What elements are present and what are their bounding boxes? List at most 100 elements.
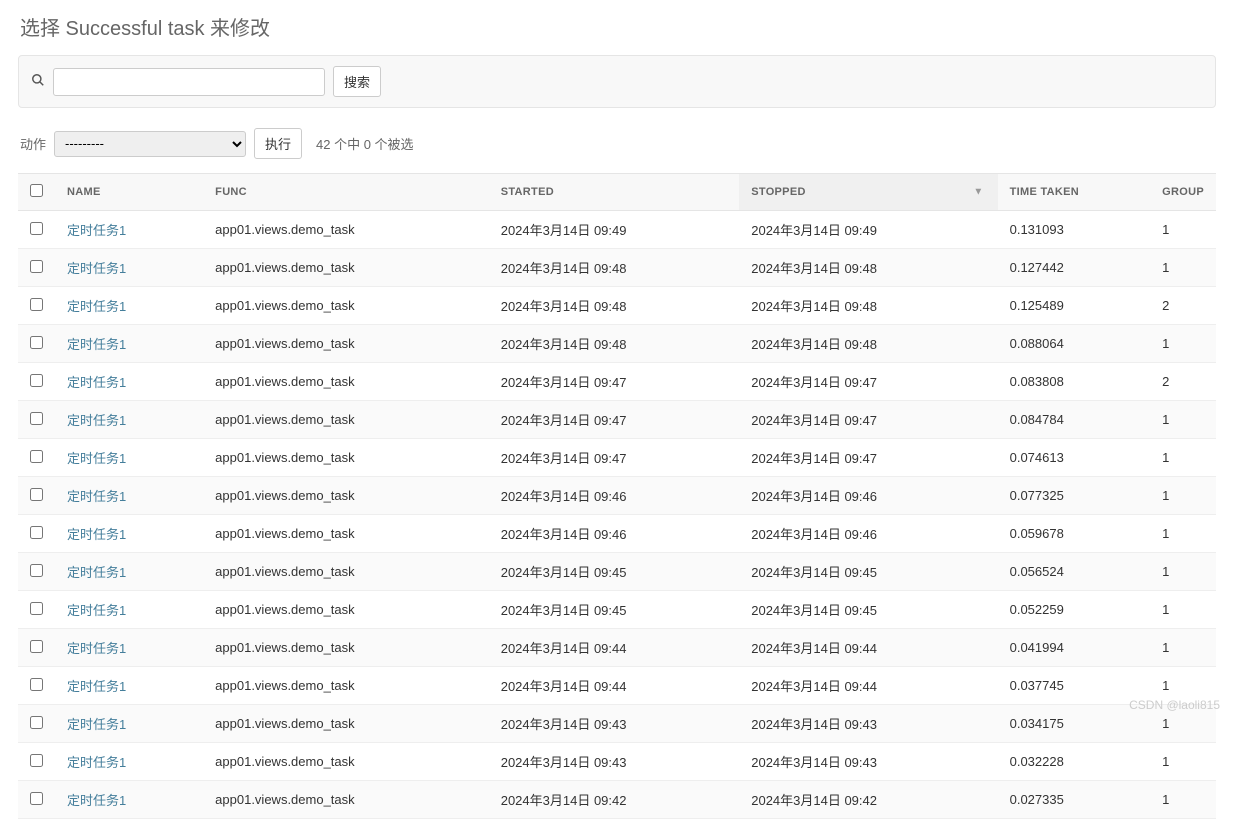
task-name-link[interactable]: 定时任务1 (67, 755, 126, 770)
results-table: NAME FUNC STARTED STOPPED ▼ TIME TAKEN G… (18, 173, 1216, 819)
task-name-link[interactable]: 定时任务1 (67, 489, 126, 504)
cell-started: 2024年3月14日 09:47 (489, 401, 740, 439)
task-name-link[interactable]: 定时任务1 (67, 375, 126, 390)
cell-time-taken: 0.084784 (998, 401, 1151, 439)
go-button[interactable]: 执行 (254, 128, 302, 159)
task-name-link[interactable]: 定时任务1 (67, 679, 126, 694)
cell-group: 1 (1150, 743, 1216, 781)
cell-started: 2024年3月14日 09:45 (489, 553, 740, 591)
cell-func: app01.views.demo_task (203, 249, 489, 287)
task-name-link[interactable]: 定时任务1 (67, 337, 126, 352)
task-name-link[interactable]: 定时任务1 (67, 413, 126, 428)
cell-func: app01.views.demo_task (203, 287, 489, 325)
row-checkbox[interactable] (30, 564, 43, 577)
row-checkbox[interactable] (30, 640, 43, 653)
cell-started: 2024年3月14日 09:45 (489, 591, 740, 629)
task-name-link[interactable]: 定时任务1 (67, 223, 126, 238)
row-checkbox[interactable] (30, 754, 43, 767)
row-checkbox[interactable] (30, 488, 43, 501)
table-row: 定时任务1 app01.views.demo_task 2024年3月14日 0… (18, 211, 1216, 249)
cell-time-taken: 0.034175 (998, 705, 1151, 743)
search-toolbar: 搜索 (18, 55, 1216, 108)
cell-stopped: 2024年3月14日 09:45 (739, 553, 997, 591)
task-name-link[interactable]: 定时任务1 (67, 451, 126, 466)
row-checkbox[interactable] (30, 222, 43, 235)
cell-func: app01.views.demo_task (203, 781, 489, 819)
cell-group: 1 (1150, 705, 1216, 743)
table-row: 定时任务1 app01.views.demo_task 2024年3月14日 0… (18, 591, 1216, 629)
table-row: 定时任务1 app01.views.demo_task 2024年3月14日 0… (18, 249, 1216, 287)
task-name-link[interactable]: 定时任务1 (67, 603, 126, 618)
task-name-link[interactable]: 定时任务1 (67, 641, 126, 656)
cell-stopped: 2024年3月14日 09:44 (739, 667, 997, 705)
column-header-func[interactable]: FUNC (203, 174, 489, 211)
column-header-stopped[interactable]: STOPPED ▼ (739, 174, 997, 211)
table-row: 定时任务1 app01.views.demo_task 2024年3月14日 0… (18, 705, 1216, 743)
cell-group: 1 (1150, 325, 1216, 363)
column-header-group[interactable]: GROUP (1150, 174, 1216, 211)
row-checkbox[interactable] (30, 374, 43, 387)
search-input[interactable] (53, 68, 325, 96)
cell-started: 2024年3月14日 09:46 (489, 515, 740, 553)
actions-label: 动作 (20, 134, 46, 153)
cell-stopped: 2024年3月14日 09:47 (739, 439, 997, 477)
column-header-checkbox (18, 174, 55, 211)
task-name-link[interactable]: 定时任务1 (67, 793, 126, 808)
cell-time-taken: 0.027335 (998, 781, 1151, 819)
column-header-started[interactable]: STARTED (489, 174, 740, 211)
row-checkbox[interactable] (30, 450, 43, 463)
column-header-stopped-label: STOPPED (751, 186, 805, 198)
cell-time-taken: 0.077325 (998, 477, 1151, 515)
row-checkbox[interactable] (30, 602, 43, 615)
cell-time-taken: 0.074613 (998, 439, 1151, 477)
table-row: 定时任务1 app01.views.demo_task 2024年3月14日 0… (18, 325, 1216, 363)
cell-time-taken: 0.131093 (998, 211, 1151, 249)
cell-group: 2 (1150, 287, 1216, 325)
row-checkbox[interactable] (30, 716, 43, 729)
sort-descending-icon: ▼ (973, 187, 983, 198)
cell-time-taken: 0.037745 (998, 667, 1151, 705)
cell-started: 2024年3月14日 09:43 (489, 705, 740, 743)
cell-group: 1 (1150, 439, 1216, 477)
task-name-link[interactable]: 定时任务1 (67, 565, 126, 580)
cell-started: 2024年3月14日 09:47 (489, 439, 740, 477)
cell-time-taken: 0.059678 (998, 515, 1151, 553)
search-button[interactable]: 搜索 (333, 66, 381, 97)
row-checkbox[interactable] (30, 526, 43, 539)
row-checkbox[interactable] (30, 412, 43, 425)
search-icon (31, 73, 45, 90)
cell-stopped: 2024年3月14日 09:48 (739, 325, 997, 363)
table-row: 定时任务1 app01.views.demo_task 2024年3月14日 0… (18, 553, 1216, 591)
cell-group: 1 (1150, 553, 1216, 591)
column-header-time-taken[interactable]: TIME TAKEN (998, 174, 1151, 211)
cell-group: 1 (1150, 211, 1216, 249)
actions-bar: 动作 --------- 执行 42 个中 0 个被选 (0, 128, 1234, 173)
row-checkbox[interactable] (30, 336, 43, 349)
cell-func: app01.views.demo_task (203, 401, 489, 439)
cell-group: 1 (1150, 249, 1216, 287)
cell-stopped: 2024年3月14日 09:46 (739, 477, 997, 515)
cell-stopped: 2024年3月14日 09:49 (739, 211, 997, 249)
task-name-link[interactable]: 定时任务1 (67, 527, 126, 542)
cell-stopped: 2024年3月14日 09:43 (739, 743, 997, 781)
row-checkbox[interactable] (30, 792, 43, 805)
task-name-link[interactable]: 定时任务1 (67, 717, 126, 732)
cell-started: 2024年3月14日 09:44 (489, 667, 740, 705)
cell-func: app01.views.demo_task (203, 439, 489, 477)
select-all-checkbox[interactable] (30, 184, 43, 197)
table-row: 定时任务1 app01.views.demo_task 2024年3月14日 0… (18, 743, 1216, 781)
cell-func: app01.views.demo_task (203, 591, 489, 629)
cell-started: 2024年3月14日 09:48 (489, 325, 740, 363)
column-header-name[interactable]: NAME (55, 174, 203, 211)
row-checkbox[interactable] (30, 260, 43, 273)
action-select[interactable]: --------- (54, 131, 246, 157)
row-checkbox[interactable] (30, 298, 43, 311)
cell-started: 2024年3月14日 09:49 (489, 211, 740, 249)
task-name-link[interactable]: 定时任务1 (67, 261, 126, 276)
cell-time-taken: 0.041994 (998, 629, 1151, 667)
cell-stopped: 2024年3月14日 09:45 (739, 591, 997, 629)
row-checkbox[interactable] (30, 678, 43, 691)
cell-func: app01.views.demo_task (203, 363, 489, 401)
task-name-link[interactable]: 定时任务1 (67, 299, 126, 314)
cell-group: 1 (1150, 667, 1216, 705)
